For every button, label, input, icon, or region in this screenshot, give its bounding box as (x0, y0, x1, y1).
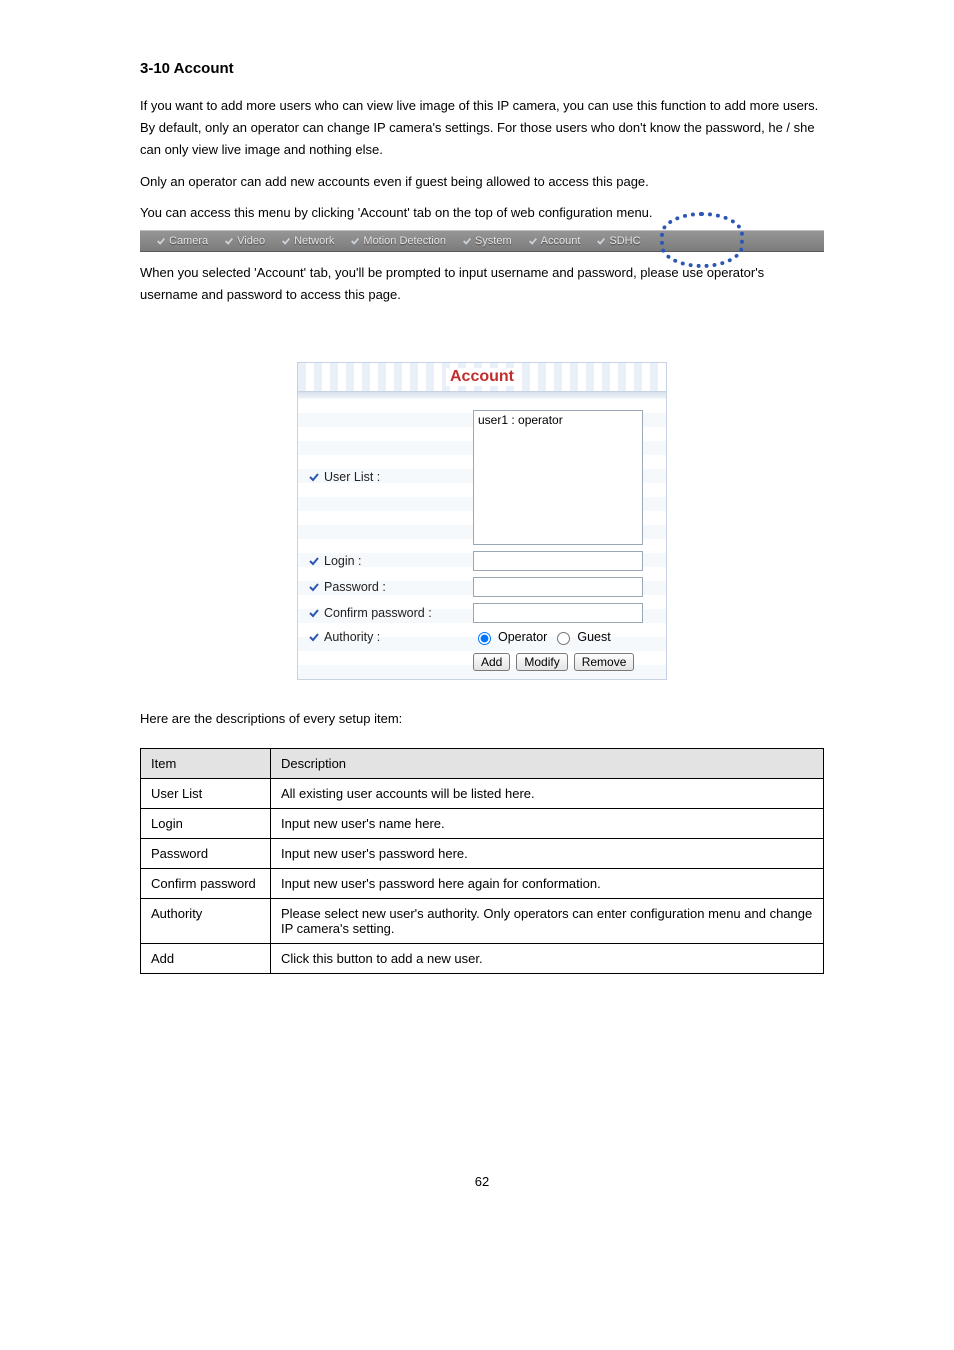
table-row: AuthorityPlease select new user's author… (141, 898, 824, 943)
navbar: Camera Video Network Motion Detection Sy… (140, 230, 824, 252)
nav-camera[interactable]: Camera (150, 235, 214, 247)
bullet-icon (308, 581, 320, 593)
modify-button[interactable]: Modify (516, 653, 567, 671)
table-row: User ListAll existing user accounts will… (141, 778, 824, 808)
after-nav-paragraph: When you selected 'Account' tab, you'll … (140, 262, 824, 306)
bullet-icon (308, 555, 320, 567)
login-label: Login : (324, 554, 362, 568)
table-row: AddClick this button to add a new user. (141, 943, 824, 973)
check-icon (281, 236, 291, 246)
section-title: Account (174, 60, 234, 77)
confirm-password-input[interactable] (473, 603, 643, 623)
table-header-row: Item Description (141, 748, 824, 778)
add-button[interactable]: Add (473, 653, 510, 671)
confirm-password-label: Confirm password : (324, 606, 432, 620)
check-icon (462, 236, 472, 246)
section-heading: 3-10 Account (140, 60, 824, 77)
table-row: PasswordInput new user's password here. (141, 838, 824, 868)
authority-operator-radio[interactable] (478, 632, 491, 645)
description-table: Item Description User ListAll existing u… (140, 748, 824, 974)
nav-network[interactable]: Network (275, 235, 340, 247)
table-row: LoginInput new user's name here. (141, 808, 824, 838)
check-icon (350, 236, 360, 246)
password-label: Password : (324, 580, 386, 594)
panel-title: Account (446, 368, 518, 386)
bullet-icon (308, 471, 320, 483)
panel-header: Account (297, 362, 667, 392)
bullet-icon (308, 631, 320, 643)
nav-instruction: You can access this menu by clicking 'Ac… (140, 205, 824, 220)
password-input[interactable] (473, 577, 643, 597)
nav-motion-detection[interactable]: Motion Detection (344, 235, 452, 247)
bullet-icon (308, 607, 320, 619)
page-number: 62 (140, 1174, 824, 1189)
nav-sdhc[interactable]: SDHC (590, 235, 646, 247)
check-icon (528, 236, 538, 246)
login-input[interactable] (473, 551, 643, 571)
table-row: Confirm passwordInput new user's passwor… (141, 868, 824, 898)
user-list-box[interactable]: user1 : operator (473, 410, 643, 545)
nav-account[interactable]: Account (522, 235, 587, 247)
table-header-item: Item (141, 748, 271, 778)
authority-operator-label: Operator (498, 630, 547, 644)
note-paragraph: Only an operator can add new accounts ev… (140, 171, 824, 193)
table-intro: Here are the descriptions of every setup… (140, 708, 824, 730)
list-item[interactable]: user1 : operator (478, 413, 638, 427)
authority-label: Authority : (324, 630, 380, 644)
nav-system[interactable]: System (456, 235, 518, 247)
authority-guest-radio[interactable] (557, 632, 570, 645)
check-icon (596, 236, 606, 246)
table-header-desc: Description (271, 748, 824, 778)
remove-button[interactable]: Remove (574, 653, 635, 671)
section-number: 3-10 (140, 60, 170, 77)
check-icon (156, 236, 166, 246)
navbar-screenshot: Camera Video Network Motion Detection Sy… (140, 230, 824, 252)
authority-guest-label: Guest (577, 630, 610, 644)
nav-video[interactable]: Video (218, 235, 271, 247)
intro-paragraph: If you want to add more users who can vi… (140, 95, 824, 161)
user-list-label: User List : (324, 470, 380, 484)
check-icon (224, 236, 234, 246)
account-panel: Account User List : user1 : operator Log (297, 362, 667, 680)
